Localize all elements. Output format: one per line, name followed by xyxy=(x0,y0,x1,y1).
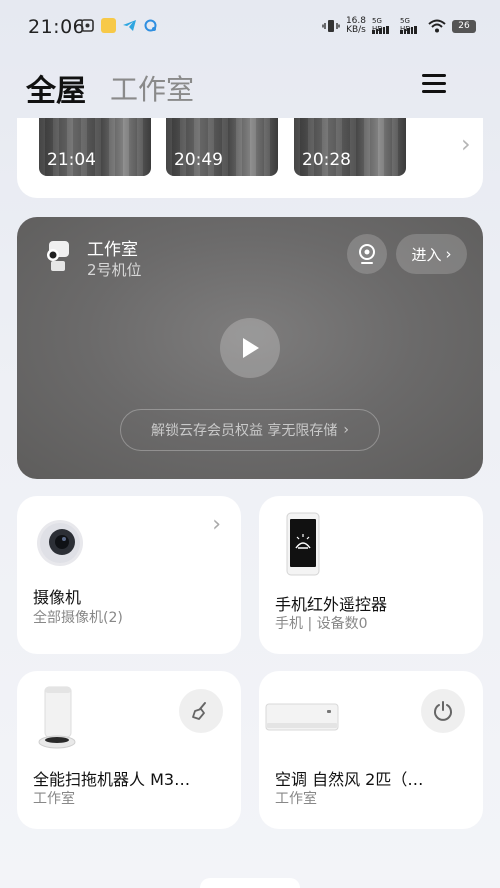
chevron-right-icon: › xyxy=(343,422,350,438)
recording-time: 20:49 xyxy=(174,150,223,170)
camera-device-icon xyxy=(47,241,69,271)
power-icon xyxy=(434,701,452,721)
sim1-signal: 5G HD xyxy=(372,17,394,34)
device-subtitle: 手机 | 设备数0 xyxy=(275,616,368,632)
recording-time: 21:04 xyxy=(47,150,96,170)
status-time: 21:06 xyxy=(28,16,86,38)
ai-assistant-icon xyxy=(144,19,157,32)
chevron-right-icon[interactable]: › xyxy=(461,130,471,158)
enter-button[interactable]: 进入 › xyxy=(396,234,467,274)
device-card-ir-remote[interactable]: 手机红外遥控器 手机 | 设备数0 xyxy=(259,496,483,654)
sweep-button[interactable] xyxy=(179,689,223,733)
system-status: 16.8 KB/s 5G HD 5G HD 26 xyxy=(322,17,476,35)
device-name: 全能扫拖机器人 M3… xyxy=(33,770,191,789)
tab-studio[interactable]: 工作室 xyxy=(110,68,194,108)
telegram-icon xyxy=(123,20,136,31)
play-button[interactable] xyxy=(220,318,280,378)
device-subtitle: 工作室 xyxy=(275,791,317,807)
device-name: 摄像机 xyxy=(33,588,82,607)
notification-icons xyxy=(80,18,158,33)
battery-indicator: 26 xyxy=(452,19,476,33)
cloud-storage-unlock-button[interactable]: 解锁云存会员权益 享无限存储 › xyxy=(120,409,380,451)
device-card-air-conditioner[interactable]: 空调 自然风 2匹（… 工作室 xyxy=(259,671,483,829)
recording-time: 20:28 xyxy=(302,150,351,170)
chevron-right-icon: › xyxy=(445,245,452,263)
camera-record-button[interactable] xyxy=(347,234,387,274)
robot-vacuum-icon xyxy=(38,686,76,749)
device-card-camera[interactable]: › 摄像机 全部摄像机(2) xyxy=(17,496,241,654)
phone-ir-icon xyxy=(286,512,320,576)
camera-room-title: 工作室 xyxy=(87,240,138,260)
network-speed-unit: KB/s xyxy=(346,25,366,35)
meituan-icon xyxy=(101,18,116,33)
unlock-label: 解锁云存会员权益 享无限存储 xyxy=(150,423,338,439)
tab-whole-house[interactable]: 全屋 xyxy=(26,66,86,110)
enter-label: 进入 xyxy=(411,245,442,264)
play-icon xyxy=(243,338,259,358)
device-card-robot-vacuum[interactable]: 全能扫拖机器人 M3… 工作室 xyxy=(17,671,241,829)
hamburger-menu-icon[interactable] xyxy=(422,74,446,94)
recording-thumbnail[interactable]: 21:04 xyxy=(39,118,151,176)
mi-home-icon xyxy=(81,19,94,32)
header: 全屋 工作室 xyxy=(0,60,500,116)
recent-recordings-card: 21:04 20:49 20:28 › xyxy=(17,118,483,198)
air-conditioner-icon xyxy=(265,703,339,731)
wifi-icon xyxy=(428,19,446,33)
camera-live-card[interactable]: 工作室 2号机位 进入 › 解锁云存会员权益 享无限存储 › xyxy=(17,217,483,479)
device-subtitle: 全部摄像机(2) xyxy=(33,610,123,626)
camera-icon xyxy=(37,520,83,566)
chevron-right-icon[interactable]: › xyxy=(212,512,221,537)
device-subtitle: 工作室 xyxy=(33,791,75,807)
network-speed: 16.8 KB/s xyxy=(346,17,366,35)
status-bar: 21:06 16.8 KB/s 5G HD 5G HD 26 xyxy=(0,0,500,56)
camera-position-label: 2号机位 xyxy=(87,261,142,279)
device-name: 手机红外遥控器 xyxy=(275,595,388,614)
sweep-icon xyxy=(192,702,206,720)
recording-thumbnail[interactable]: 20:49 xyxy=(166,118,278,176)
vibrate-icon xyxy=(322,20,340,32)
camera-record-icon xyxy=(359,244,375,264)
device-name: 空调 自然风 2匹（… xyxy=(275,770,424,789)
recording-thumbnail[interactable]: 20:28 xyxy=(294,118,406,176)
power-button[interactable] xyxy=(421,689,465,733)
bottom-sheet-handle[interactable] xyxy=(200,878,300,888)
sim2-signal: 5G HD xyxy=(400,17,422,34)
